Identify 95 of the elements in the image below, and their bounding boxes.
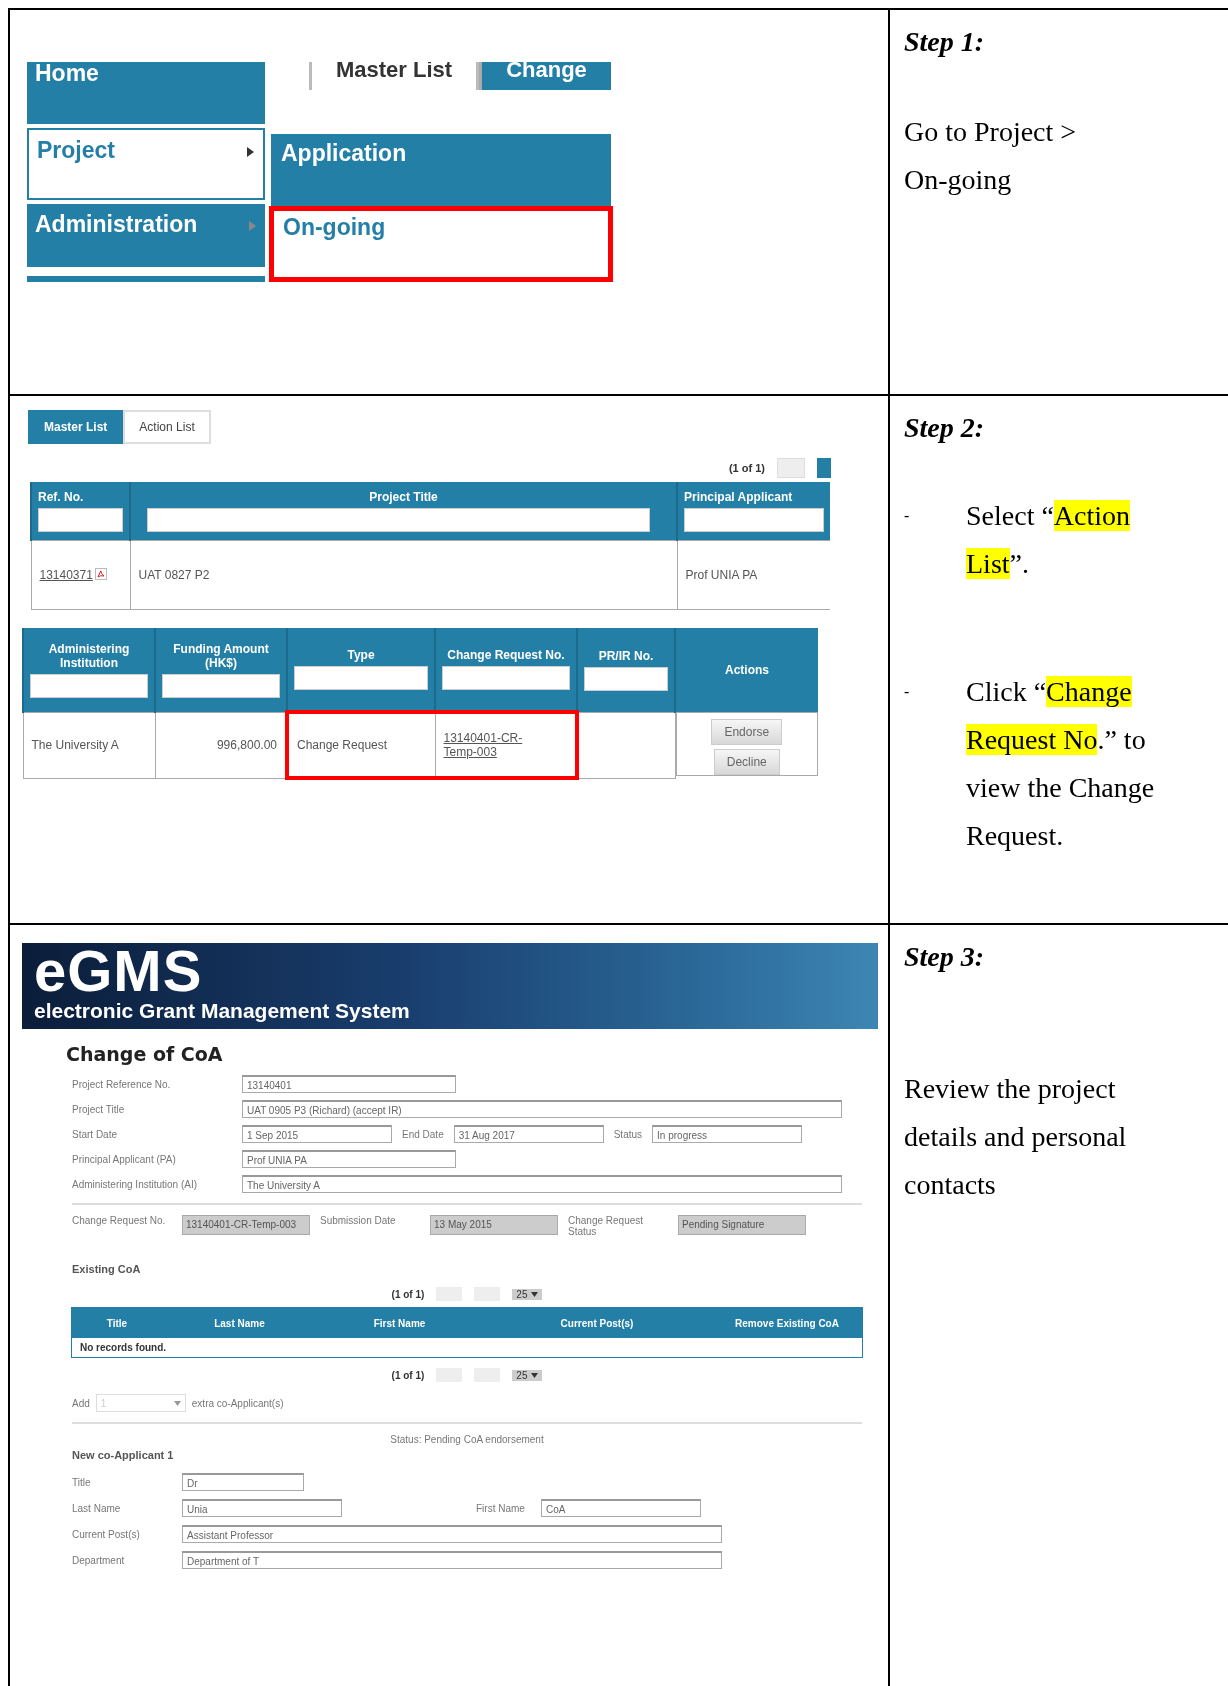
previous-page-button[interactable] [777,458,805,478]
field-label: Principal Applicant (PA) [72,1153,177,1165]
field-label: Add [72,1397,90,1409]
filter-field[interactable] [30,673,148,698]
filter-field[interactable] [294,666,428,690]
page-button[interactable] [817,458,831,478]
filter-field[interactable] [442,666,570,690]
page-size-select[interactable]: 25 [512,1369,543,1381]
input-field[interactable]: Prof UNIA PA [242,1150,456,1168]
endorse-button[interactable]: Endorse [711,719,783,745]
field-label: Change Request Status [568,1215,645,1237]
field-label: Department [72,1554,126,1566]
caret-icon [531,1372,539,1378]
readonly-field: 13 May 2015 [430,1215,558,1235]
column-header: Last Name [213,1317,266,1329]
field-label: Submission Date [320,1215,397,1226]
input-field[interactable]: 31 Aug 2017 [453,1125,604,1143]
column-header: First Name [372,1317,427,1329]
page-size-select[interactable]: 25 [512,1288,543,1300]
input-field[interactable]: The University A [242,1175,842,1193]
page-count: (1 of 1) [391,1369,425,1381]
input-field[interactable]: Assistant Professor [182,1525,722,1543]
tab[interactable]: Master List [28,410,124,444]
input-field[interactable]: 13140401 [242,1075,456,1093]
instruction-text: Go to Project > On-going [904,115,1078,197]
column-header: Principal Applicant [684,490,793,504]
field-label: extra co-Applicant(s) [191,1397,284,1409]
form-title: Change of CoA [66,1043,224,1065]
filter-field[interactable] [147,508,650,532]
column-header: PR/IR No. [598,648,654,663]
field-label: Last Name [72,1502,122,1514]
readonly-field: Pending Signature [678,1215,806,1235]
column-header: Current Post(s) [559,1317,635,1329]
field-label: End Date [401,1128,445,1140]
submenu-item[interactable]: On-going [271,208,611,280]
filter-field[interactable] [162,673,280,698]
input-field[interactable]: UAT 0905 P3 (Richard) (accept IR) [242,1100,842,1118]
section-title: New co-Applicant 1 [72,1449,175,1461]
logo: eGMS [34,943,204,999]
instruction-text: Review the project details and personal contacts [904,1072,1128,1202]
ref-no-link[interactable]: 13140371 [39,568,93,582]
filter-field[interactable] [584,666,668,691]
status-note: Status: Pending CoA endorsement [389,1434,545,1445]
column-header: Change Request No. [447,648,565,662]
field-label: Title [72,1476,92,1488]
column-header: Project Title [369,490,438,504]
column-header: Title [105,1317,129,1329]
filter-field[interactable] [684,508,824,532]
field-label: Project Reference No. [72,1078,172,1090]
step-title: Step 1: [904,25,986,59]
input-field[interactable]: 1 Sep 2015 [242,1125,392,1143]
input-field[interactable]: In progress [652,1125,803,1143]
input-field[interactable]: CoA [540,1499,701,1517]
page-count: (1 of 1) [728,462,765,474]
menu-item[interactable]: Administration [27,204,265,282]
menu-item[interactable]: Project [27,128,265,200]
column-header: Remove Existing CoA [734,1317,840,1329]
field-label: Project Title [72,1103,126,1115]
tab[interactable]: Action List [123,410,211,444]
decline-button[interactable]: Decline [713,749,780,775]
table-cell: Prof UNIA PA [685,568,758,582]
bullet-mark: - [904,682,911,702]
instruction-text: Click “Change Request No.” to view the Change Request. [966,675,1156,853]
column-header: Actions [725,663,769,677]
filter-field[interactable] [38,508,123,532]
menu-item[interactable]: Home [27,62,265,124]
input-field[interactable]: Department of T [182,1551,722,1569]
empty-message: No records found. [80,1342,167,1353]
banner-subtitle: electronic Grant Management System [34,999,411,1023]
table-cell: Change Request [297,738,388,752]
column-header: Type [347,648,375,662]
column-header: Funding Amount (HK$) [172,641,270,670]
step-title: Step 2: [904,411,986,445]
input-field[interactable]: Dr [182,1473,304,1491]
column-header: Ref. No. [38,490,84,504]
field-label: Status [612,1128,644,1140]
step-title: Step 3: [904,940,986,974]
table-cell: UAT 0827 P2 [138,568,210,582]
bullet-mark: - [904,506,911,526]
page-count: (1 of 1) [391,1288,425,1300]
caret-icon [173,1400,181,1406]
field-label: First Name [475,1502,526,1514]
field-label: Change Request No. [72,1215,167,1226]
readonly-field: 13140401-CR-Temp-003 [182,1215,310,1235]
submenu-item[interactable]: Application [271,134,611,206]
section-title: Existing CoA [72,1263,142,1275]
caret-icon [531,1291,539,1297]
field-label: Start Date [72,1128,119,1140]
table-cell: The University A [31,738,119,752]
pdf-icon[interactable] [94,568,107,580]
field-label: Administering Institution (AI) [72,1178,199,1190]
table-cell: 996,800.00 [216,738,277,752]
input-field[interactable]: Unia [182,1499,342,1517]
field-label: Current Post(s) [72,1528,141,1540]
column-header: Administering Institution [47,641,131,670]
